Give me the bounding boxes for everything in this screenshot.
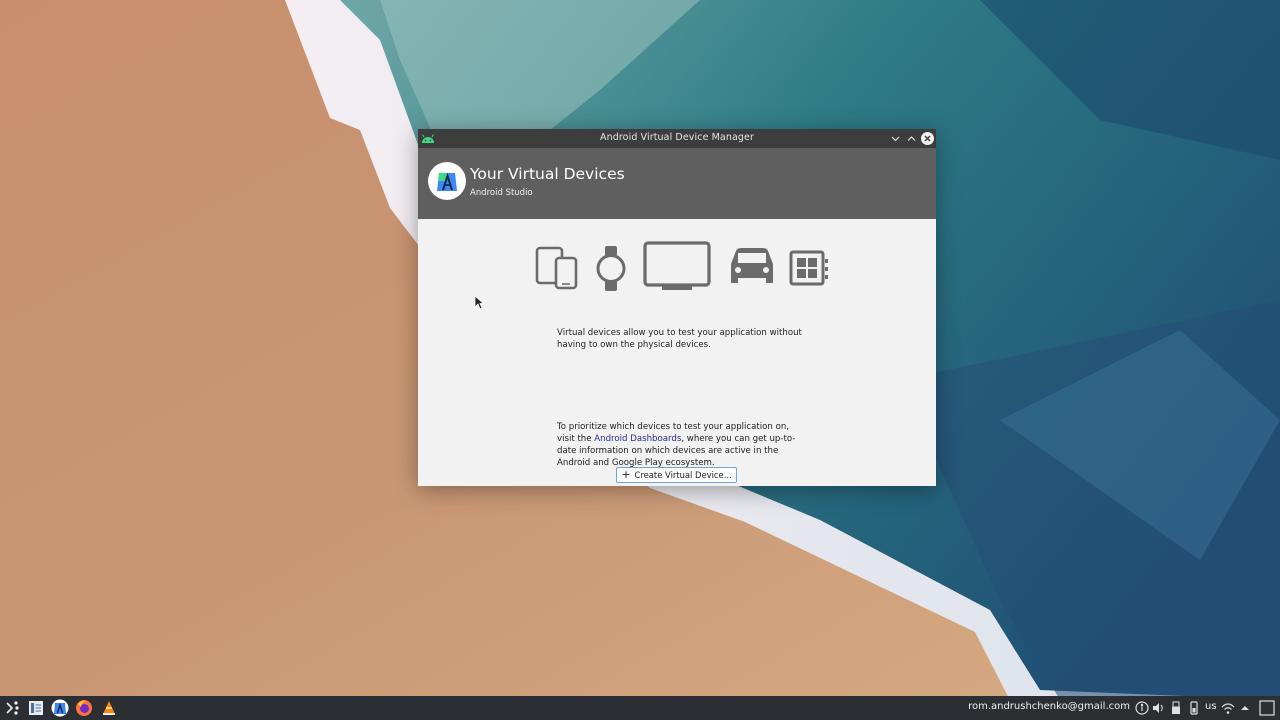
tv-icon: [643, 241, 711, 290]
keyboard-layout[interactable]: us: [1205, 701, 1217, 712]
android-dashboards-link[interactable]: Android Dashboards: [594, 434, 681, 444]
vlc-icon[interactable]: [100, 699, 118, 717]
create-button-label: Create Virtual Device...: [634, 470, 732, 480]
user-email[interactable]: rom.andrushchenko@gmail.com: [968, 701, 1130, 712]
watch-icon: [596, 246, 626, 291]
title-bar[interactable]: Android Virtual Device Manager: [418, 129, 936, 148]
file-manager-icon[interactable]: [27, 699, 45, 717]
tray-expand-icon[interactable]: [1238, 699, 1252, 717]
things-icon: [789, 250, 828, 286]
window-title: Android Virtual Device Manager: [600, 132, 754, 143]
show-desktop-icon[interactable]: [1258, 699, 1276, 717]
android-studio-logo: [428, 162, 466, 200]
taskbar: rom.andrushchenko@gmail.com us: [0, 696, 1280, 720]
dialog-content: Virtual devices allow you to test your a…: [418, 219, 936, 486]
header-title: Your Virtual Devices: [470, 165, 625, 183]
device-type-icons: [535, 241, 828, 291]
header-subtitle: Android Studio: [470, 188, 533, 198]
close-icon[interactable]: [920, 131, 935, 146]
battery-icon[interactable]: [1187, 699, 1201, 717]
android-studio-icon: [437, 172, 457, 191]
avd-manager-window: Android Virtual Device Manager Your Virt…: [418, 129, 936, 486]
dialog-header: Your Virtual Devices Android Studio: [418, 148, 936, 219]
app-launcher-icon[interactable]: [3, 699, 21, 717]
wifi-icon[interactable]: [1220, 699, 1236, 717]
maximize-icon[interactable]: [904, 131, 919, 146]
minimize-icon[interactable]: [888, 131, 903, 146]
firefox-icon[interactable]: [75, 699, 93, 717]
car-icon: [731, 248, 773, 283]
mouse-cursor-icon: [474, 295, 484, 310]
accessibility-icon[interactable]: [1135, 699, 1149, 717]
phone-tablet-icon: [535, 246, 578, 290]
plus-icon: +: [621, 467, 631, 481]
android-studio-taskbar-icon[interactable]: [51, 699, 69, 717]
volume-icon[interactable]: [1151, 699, 1165, 717]
info-text: To prioritize which devices to test your…: [557, 421, 802, 469]
create-virtual-device-button[interactable]: + Create Virtual Device...: [616, 467, 737, 483]
description-text: Virtual devices allow you to test your a…: [557, 328, 802, 350]
usb-device-icon[interactable]: [1169, 699, 1183, 717]
